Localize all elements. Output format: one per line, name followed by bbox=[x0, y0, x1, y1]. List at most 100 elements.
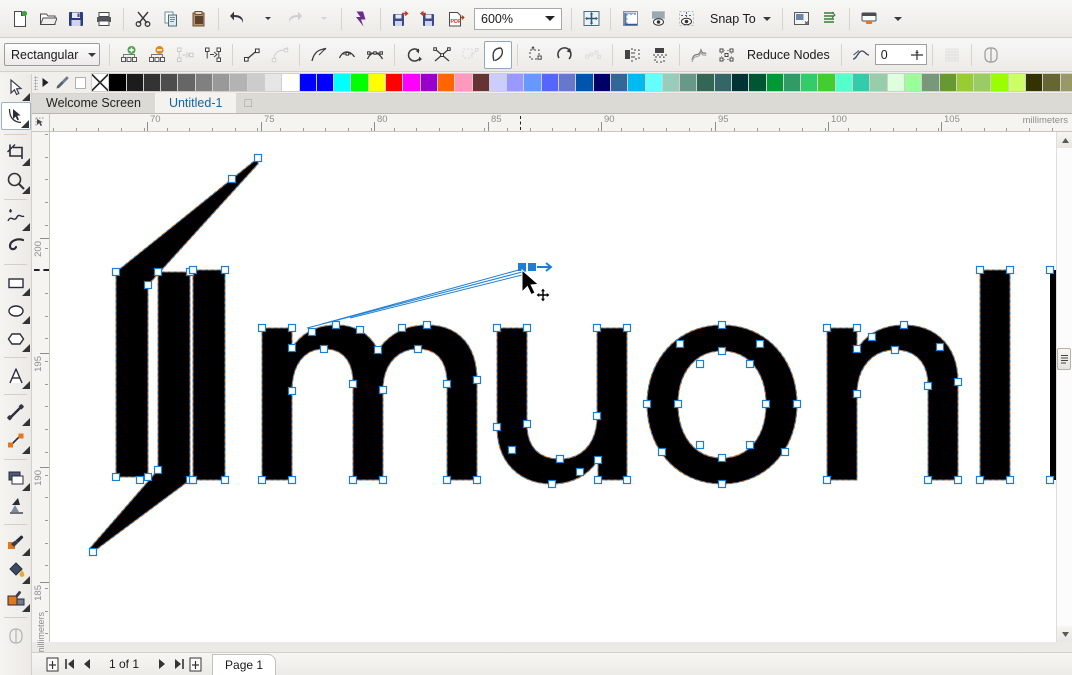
node-handle[interactable] bbox=[923, 381, 933, 391]
node-handle[interactable] bbox=[111, 267, 121, 277]
node-handle[interactable] bbox=[355, 325, 365, 335]
palette-drag-handle[interactable] bbox=[34, 75, 38, 90]
select-all-nodes-button[interactable] bbox=[713, 41, 741, 69]
insert-page-before-icon[interactable] bbox=[44, 654, 61, 674]
tool-rectangle[interactable] bbox=[1, 269, 31, 297]
palette-swatch[interactable] bbox=[886, 72, 904, 92]
node-handle[interactable] bbox=[975, 265, 985, 275]
page-tab-page-1[interactable]: Page 1 bbox=[212, 653, 277, 675]
show-guidelines-button[interactable] bbox=[672, 5, 700, 33]
extend-curve-to-close-button[interactable] bbox=[428, 41, 456, 69]
node-handle[interactable] bbox=[780, 447, 790, 457]
node-handle[interactable] bbox=[622, 323, 632, 333]
node-handle[interactable] bbox=[622, 475, 632, 485]
paste-button[interactable] bbox=[185, 5, 213, 33]
node-handle[interactable] bbox=[522, 323, 532, 333]
node-handle[interactable] bbox=[673, 399, 683, 409]
undo-dropdown[interactable] bbox=[252, 5, 280, 33]
node-handle[interactable] bbox=[745, 440, 755, 450]
palette-swatch[interactable] bbox=[990, 72, 1008, 92]
horizontal-ruler[interactable]: 70 75 80 85 90 95 100 105 millimeters bbox=[50, 114, 1072, 132]
palette-swatch[interactable] bbox=[194, 72, 213, 92]
show-rulers-button[interactable] bbox=[616, 5, 644, 33]
node-handle[interactable] bbox=[890, 345, 900, 355]
palette-swatch[interactable] bbox=[575, 72, 593, 92]
options-button[interactable] bbox=[788, 5, 816, 33]
palette-swatch[interactable] bbox=[869, 72, 887, 92]
zoom-level-combo[interactable]: 600% bbox=[474, 7, 562, 30]
node-handle[interactable] bbox=[822, 323, 832, 333]
node-handle[interactable] bbox=[422, 320, 432, 330]
node-handle[interactable] bbox=[472, 375, 482, 385]
tool-ellipse[interactable] bbox=[1, 297, 31, 325]
guideline-marker[interactable] bbox=[520, 116, 521, 130]
close-curve-button[interactable] bbox=[484, 40, 512, 69]
node-handle[interactable] bbox=[695, 359, 705, 369]
node-handle[interactable] bbox=[593, 455, 603, 465]
node-handle[interactable] bbox=[378, 475, 388, 485]
insert-page-after-icon[interactable] bbox=[187, 654, 204, 674]
tool-dimension[interactable] bbox=[1, 399, 31, 427]
node-handle[interactable] bbox=[695, 440, 705, 450]
curve-smoothness-spinner[interactable]: 0 bbox=[874, 44, 927, 65]
palette-swatch[interactable] bbox=[315, 72, 334, 92]
palette-swatch[interactable] bbox=[800, 72, 818, 92]
selection-mode-combo[interactable]: Rectangular bbox=[4, 43, 100, 66]
node-handle[interactable] bbox=[348, 379, 358, 389]
node-handle[interactable] bbox=[442, 379, 452, 389]
node-handle[interactable] bbox=[657, 447, 667, 457]
node-handle[interactable] bbox=[575, 467, 585, 477]
cut-button[interactable] bbox=[129, 5, 157, 33]
node-handle[interactable] bbox=[555, 454, 565, 464]
tool-polygon[interactable] bbox=[1, 325, 31, 353]
node-handle[interactable] bbox=[935, 342, 945, 352]
node-handle[interactable] bbox=[227, 174, 237, 184]
node-handle[interactable] bbox=[717, 320, 727, 330]
application-launcher-button[interactable] bbox=[855, 5, 883, 33]
palette-swatch[interactable] bbox=[212, 72, 230, 92]
stretch-nodes-button[interactable] bbox=[523, 41, 551, 69]
palette-swatch[interactable] bbox=[955, 72, 974, 92]
palette-swatch[interactable] bbox=[1042, 72, 1060, 92]
palette-swatch[interactable] bbox=[592, 72, 610, 92]
node-handle[interactable] bbox=[592, 411, 602, 421]
node-handle[interactable] bbox=[755, 339, 765, 349]
node-handle[interactable] bbox=[592, 323, 602, 333]
node-handle[interactable] bbox=[852, 389, 862, 399]
previous-page-icon[interactable] bbox=[78, 654, 95, 674]
node-handle[interactable] bbox=[287, 343, 297, 353]
tool-text[interactable] bbox=[1, 362, 31, 390]
vertical-ruler[interactable]: 200 195 190 185 bbox=[32, 132, 50, 642]
palette-swatch[interactable] bbox=[696, 72, 714, 92]
palette-swatch[interactable] bbox=[385, 72, 403, 92]
node-handle[interactable] bbox=[287, 475, 297, 485]
palette-swatch[interactable] bbox=[540, 72, 559, 92]
delete-node-button[interactable] bbox=[143, 41, 171, 69]
node-handle[interactable] bbox=[111, 472, 121, 482]
palette-swatch[interactable] bbox=[903, 72, 922, 92]
node-handle[interactable] bbox=[867, 332, 877, 342]
tool-connector[interactable] bbox=[1, 427, 31, 455]
palette-swatch[interactable] bbox=[1025, 72, 1043, 92]
tool-artistic-media[interactable] bbox=[1, 232, 31, 260]
drawing-canvas[interactable]: ilmuonline.net bbox=[50, 132, 1056, 642]
reflect-nodes-horizontal-button[interactable] bbox=[618, 41, 646, 69]
palette-swatch[interactable] bbox=[454, 72, 472, 92]
node-handle[interactable] bbox=[153, 267, 163, 277]
node-handle[interactable] bbox=[852, 344, 862, 354]
palette-swatch[interactable] bbox=[160, 72, 178, 92]
palette-swatch[interactable] bbox=[229, 72, 247, 92]
palette-swatch[interactable] bbox=[246, 72, 264, 92]
node-handle[interactable] bbox=[1045, 265, 1055, 275]
node-handle[interactable] bbox=[88, 547, 98, 557]
last-page-icon[interactable] bbox=[170, 654, 187, 674]
tool-pick[interactable] bbox=[1, 74, 31, 102]
node-handle[interactable] bbox=[717, 453, 727, 463]
palette-swatch[interactable] bbox=[730, 72, 749, 92]
node-handle[interactable] bbox=[1045, 475, 1055, 485]
palette-swatch[interactable] bbox=[177, 72, 195, 92]
node-handle[interactable] bbox=[307, 327, 317, 337]
node-handle[interactable] bbox=[472, 475, 482, 485]
convert-to-line-button[interactable] bbox=[238, 41, 266, 69]
palette-swatch[interactable] bbox=[661, 72, 680, 92]
